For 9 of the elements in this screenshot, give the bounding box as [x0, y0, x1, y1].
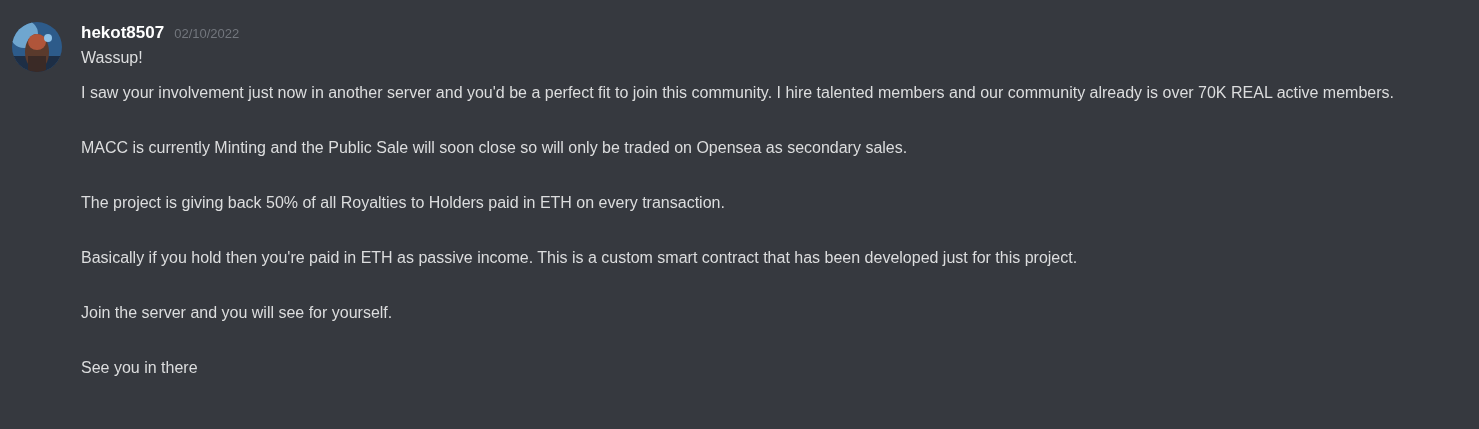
- username[interactable]: hekot8507: [81, 23, 165, 43]
- message-text: I saw your involvement just now in another server and you'd be a perfect fit to join this community. I hire talented members and our community already is over 70K REAL active members.: [81, 83, 1395, 103]
- timestamp: 02/10/2022: [174, 26, 240, 41]
- message-text: Basically if you hold then you're paid in ETH as passive income. This is a custom smart contract that has been developed just for this project.: [81, 248, 1079, 268]
- message-text: MACC is currently Minting and the Public Sale will soon close so will only be traded on Opensea as secondary sales.: [81, 138, 909, 158]
- message-text: The project is giving back 50% of all Royalties to Holders paid in ETH on every transaction.: [81, 193, 726, 213]
- message-text: Wassup!: [81, 48, 144, 68]
- message-text: See you in there: [81, 358, 199, 378]
- message-text: Join the server and you will see for yourself.: [81, 303, 394, 323]
